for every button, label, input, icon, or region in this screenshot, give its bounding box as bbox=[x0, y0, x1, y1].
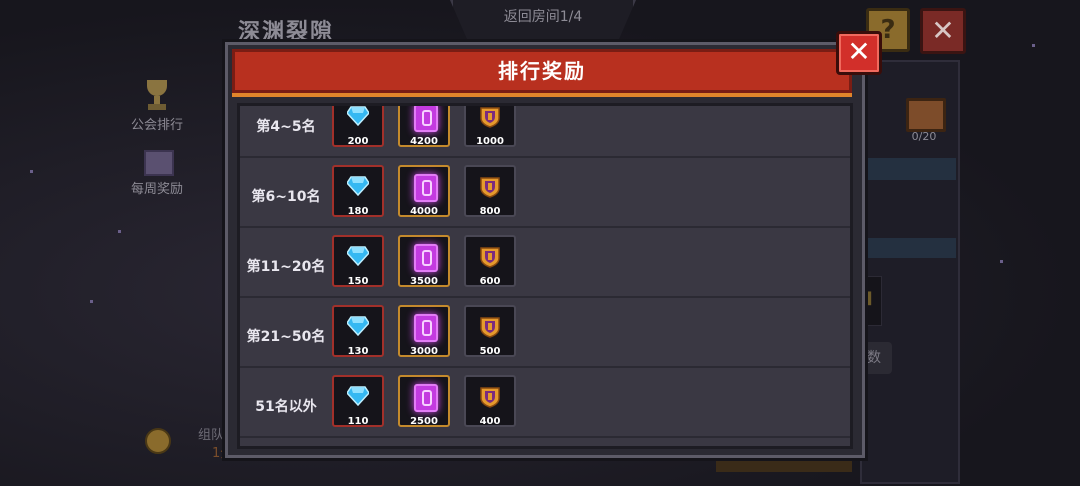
star-dot bbox=[90, 300, 93, 303]
reward-quantity: 150 bbox=[347, 276, 369, 287]
shield-badge-reward-slot[interactable]: 500 bbox=[464, 305, 516, 357]
reward-row: 第11~20名 150 3500 600 bbox=[240, 226, 850, 298]
close-icon: ✕ bbox=[847, 35, 871, 68]
sidebar-item-label: 公会排行 bbox=[130, 118, 183, 133]
diamond-reward-slot[interactable]: 130 bbox=[332, 305, 384, 357]
sidebar-item-guild-ranking[interactable]: 公会排行 bbox=[112, 80, 202, 133]
return-room-tab[interactable]: 返回房间1/4 bbox=[450, 0, 636, 43]
diamond-icon bbox=[347, 106, 369, 126]
reward-quantity: 180 bbox=[347, 206, 369, 217]
star-dot bbox=[30, 170, 33, 173]
reward-quantity: 130 bbox=[347, 346, 369, 357]
reward-quantity: 200 bbox=[347, 136, 369, 147]
reward-quantity: 3500 bbox=[410, 276, 438, 287]
reward-row: 51名以外 110 2500 400 bbox=[240, 366, 850, 438]
diamond-reward-slot[interactable]: 110 bbox=[332, 375, 384, 427]
reward-quantity: 600 bbox=[479, 276, 501, 287]
return-room-label: 返回房间1/4 bbox=[503, 9, 583, 25]
reward-row: 第6~10名 180 4000 800 bbox=[240, 156, 850, 228]
shield-badge-reward-slot[interactable]: 400 bbox=[464, 375, 516, 427]
background-close-button[interactable]: ✕ bbox=[920, 8, 966, 54]
reward-quantity: 800 bbox=[479, 206, 501, 217]
trophy-icon bbox=[142, 80, 172, 112]
diamond-icon bbox=[347, 176, 369, 196]
scroll-icon bbox=[140, 146, 174, 176]
purple-crystal-reward-slot[interactable]: 3000 bbox=[398, 305, 450, 357]
diamond-reward-slot[interactable]: 180 bbox=[332, 165, 384, 217]
star-dot bbox=[1000, 260, 1003, 263]
star-dot bbox=[118, 230, 121, 233]
purple-crystal-reward-slot[interactable]: 3500 bbox=[398, 235, 450, 287]
rank-label: 第4~5名 bbox=[256, 119, 316, 135]
reward-quantity: 2500 bbox=[410, 416, 438, 427]
ranking-rewards-dialog: 排行奖励 第4~5名 200 4200 1000 第6~10名 180 4000 800 第11… bbox=[225, 42, 865, 458]
shield-badge-reward-slot[interactable]: 800 bbox=[464, 165, 516, 217]
reward-quantity: 3000 bbox=[410, 346, 438, 357]
rank-label: 第21~50名 bbox=[246, 329, 326, 345]
diamond-icon bbox=[347, 246, 369, 266]
purple-crystal-icon bbox=[414, 314, 438, 342]
reward-row: 第4~5名 200 4200 1000 bbox=[240, 106, 850, 158]
rank-label: 第6~10名 bbox=[251, 189, 321, 205]
diamond-reward-slot[interactable]: 150 bbox=[332, 235, 384, 287]
shield-badge-icon bbox=[480, 247, 500, 268]
shield-badge-icon bbox=[480, 107, 500, 128]
purple-crystal-icon bbox=[414, 106, 438, 132]
purple-crystal-reward-slot[interactable]: 4000 bbox=[398, 165, 450, 217]
shield-badge-icon bbox=[480, 387, 500, 408]
chest-icon[interactable] bbox=[906, 98, 946, 132]
reward-quantity: 4000 bbox=[410, 206, 438, 217]
diamond-icon bbox=[347, 316, 369, 336]
dialog-title: 排行奖励 bbox=[498, 59, 586, 83]
sidebar-item-label: 每周奖励 bbox=[130, 182, 183, 197]
shield-badge-icon bbox=[480, 177, 500, 198]
slot-icon: ▮ bbox=[863, 287, 873, 308]
star-dot bbox=[1032, 44, 1035, 47]
rank-label: 51名以外 bbox=[255, 399, 317, 415]
rank-label: 第11~20名 bbox=[246, 259, 326, 275]
reward-row: 第21~50名 130 3000 500 bbox=[240, 296, 850, 368]
shield-badge-reward-slot[interactable]: 1000 bbox=[464, 106, 516, 147]
sidebar-item-weekly-rewards[interactable]: 每周奖励 bbox=[112, 146, 202, 197]
purple-crystal-reward-slot[interactable]: 4200 bbox=[398, 106, 450, 147]
reward-list[interactable]: 第4~5名 200 4200 1000 第6~10名 180 4000 800 第11~20名 1… bbox=[237, 103, 853, 449]
dialog-header: 排行奖励 bbox=[232, 49, 852, 97]
reward-quantity: 500 bbox=[479, 346, 501, 357]
reward-quantity: 400 bbox=[479, 416, 501, 427]
shield-badge-reward-slot[interactable]: 600 bbox=[464, 235, 516, 287]
purple-crystal-icon bbox=[414, 174, 438, 202]
team-label: 组队 bbox=[198, 428, 225, 443]
diamond-icon bbox=[347, 386, 369, 406]
panel-bar bbox=[860, 158, 956, 180]
diamond-reward-slot[interactable]: 200 bbox=[332, 106, 384, 147]
purple-crystal-icon bbox=[414, 244, 438, 272]
shield-badge-icon bbox=[480, 317, 500, 338]
chest-count: 0/20 bbox=[911, 130, 937, 143]
reward-quantity: 110 bbox=[347, 416, 369, 427]
reward-quantity: 1000 bbox=[476, 136, 504, 147]
reward-quantity: 4200 bbox=[410, 136, 438, 147]
purple-crystal-icon bbox=[414, 384, 438, 412]
dialog-close-button[interactable]: ✕ bbox=[836, 31, 882, 75]
panel-bar bbox=[860, 238, 956, 258]
stopwatch-icon bbox=[145, 428, 171, 454]
purple-crystal-reward-slot[interactable]: 2500 bbox=[398, 375, 450, 427]
